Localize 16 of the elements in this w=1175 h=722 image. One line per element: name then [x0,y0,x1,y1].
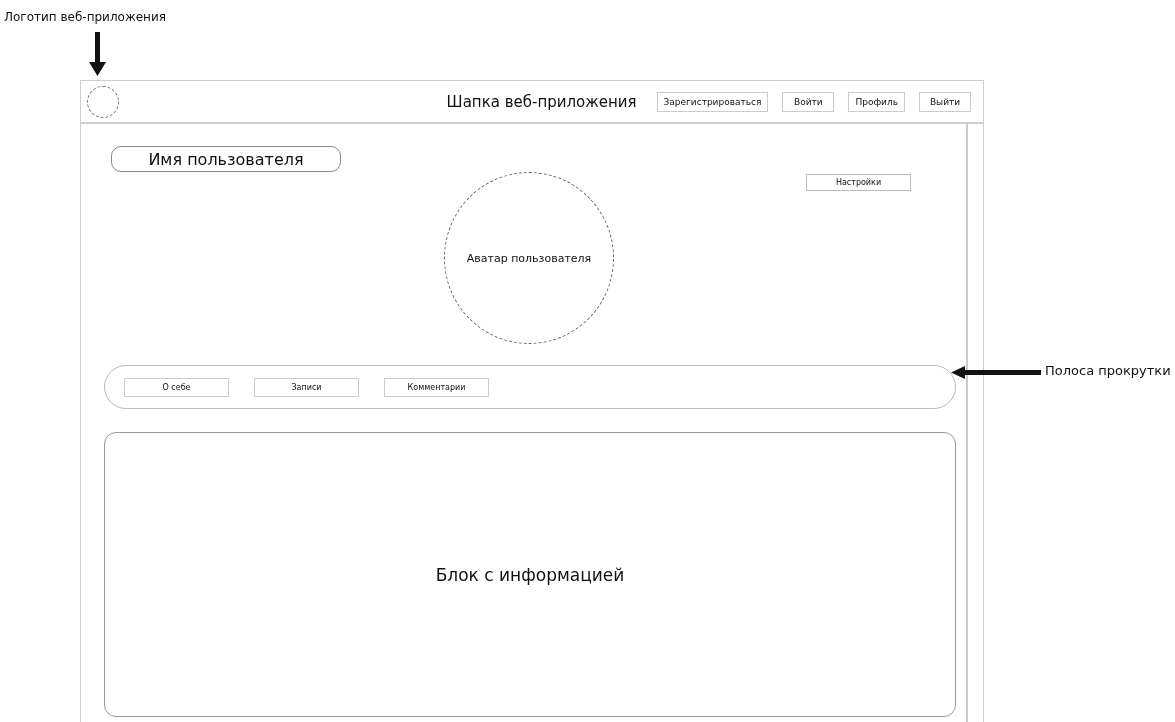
annotation-label: Полоса прокрутки [1045,363,1171,378]
annotation-label: Логотип веб-приложения [4,10,166,24]
left-arrow-icon [951,366,1041,379]
tab[interactable]: О себе [124,377,229,397]
tab[interactable]: Записи [254,377,359,397]
header-button[interactable]: Профиль [848,91,905,112]
down-arrow-icon [89,32,106,76]
header-title: Шапка веб-приложения [446,92,637,111]
info-block: Блок с информацией [104,432,956,717]
username-field: Имя пользователя [111,146,341,172]
avatar-label: Аватар пользователя [466,251,592,265]
header-button[interactable]: Войти [782,91,835,112]
tab[interactable]: Комментарии [384,377,489,397]
header-button[interactable]: Выйти [919,91,971,112]
header-button[interactable]: Зарегистрироваться [656,91,769,112]
settings-button[interactable]: Настройки [806,174,911,191]
